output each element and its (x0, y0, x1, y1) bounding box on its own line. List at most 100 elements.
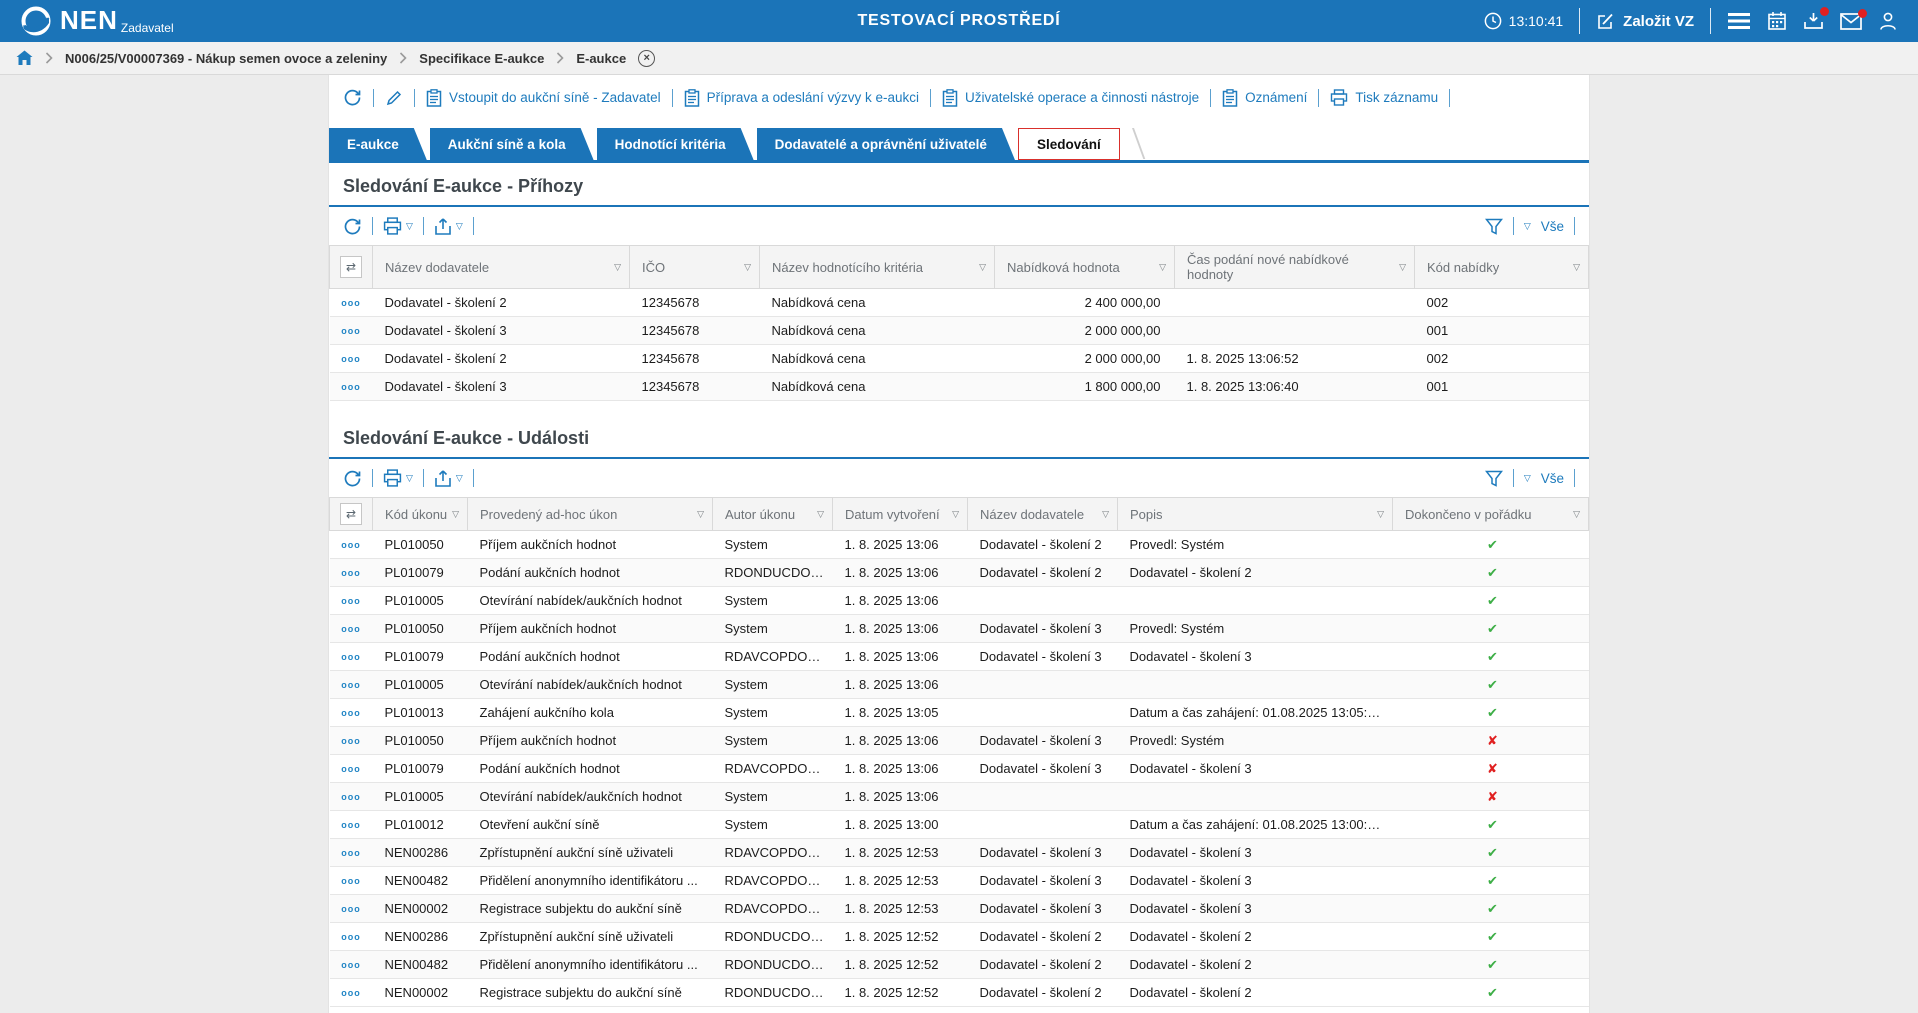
breadcrumb-item-specification[interactable]: Specifikace E-aukce (419, 51, 544, 66)
column-filter-icon[interactable]: ▽ (1377, 509, 1384, 520)
col-header-nazev-dodavatele[interactable]: Název dodavatele▽ (373, 246, 630, 289)
export-icon[interactable]: ▽ (434, 217, 463, 236)
col-header-kod-nabidky[interactable]: Kód nabídky▽ (1415, 246, 1589, 289)
row-actions-icon[interactable]: ooo (341, 792, 361, 802)
column-filter-icon[interactable]: ▽ (744, 262, 751, 273)
event-row[interactable]: oooNEN00482Přidělení anonymního identifi… (330, 951, 1589, 979)
user-profile-icon[interactable] (1878, 11, 1898, 31)
row-actions-icon[interactable]: ooo (341, 354, 361, 364)
column-filter-icon[interactable]: ▽ (1102, 509, 1109, 520)
event-row[interactable]: oooPL010079Podání aukčních hodnotRDAVCOP… (330, 643, 1589, 671)
col-header-autor-ukonu[interactable]: Autor úkonu▽ (713, 498, 833, 531)
refresh-icon[interactable] (343, 88, 362, 107)
row-actions-icon[interactable]: ooo (341, 680, 361, 690)
column-filter-icon[interactable]: ▽ (817, 509, 824, 520)
row-actions-icon[interactable]: ooo (341, 382, 361, 392)
row-actions-icon[interactable]: ooo (341, 932, 361, 942)
toolbar-link-user-operations[interactable]: Uživatelské operace a činnosti nástroje (942, 89, 1199, 107)
row-actions-icon[interactable]: ooo (341, 298, 361, 308)
close-tab-icon[interactable]: × (638, 50, 655, 67)
refresh-icon[interactable] (343, 469, 362, 488)
column-settings-icon[interactable]: ⇄ (340, 256, 362, 278)
row-actions-icon[interactable]: ooo (341, 568, 361, 578)
filter-icon[interactable] (1485, 218, 1503, 235)
event-row[interactable]: oooPL010079Podání aukčních hodnotRDONDUC… (330, 559, 1589, 587)
bid-row[interactable]: oooDodavatel - školení 312345678Nabídkov… (330, 373, 1589, 401)
column-settings-header[interactable]: ⇄ (330, 498, 373, 531)
row-actions-icon[interactable]: ooo (341, 736, 361, 746)
col-header-kod-ukonu[interactable]: Kód úkonu▽ (373, 498, 468, 531)
col-header-nabidkova-hodnota[interactable]: Nabídková hodnota▽ (995, 246, 1175, 289)
create-vz-button[interactable]: Založit VZ (1596, 12, 1694, 31)
home-icon[interactable] (16, 50, 33, 66)
event-row[interactable]: oooNEN00482Přidělení anonymního identifi… (330, 867, 1589, 895)
row-actions-icon[interactable]: ooo (341, 764, 361, 774)
row-actions-icon[interactable]: ooo (341, 960, 361, 970)
messages-icon[interactable] (1840, 13, 1862, 30)
export-icon[interactable]: ▽ (434, 469, 463, 488)
col-header-ico[interactable]: IČO▽ (630, 246, 760, 289)
filter-icon[interactable] (1485, 470, 1503, 487)
column-settings-header[interactable]: ⇄ (330, 246, 373, 289)
column-settings-icon[interactable]: ⇄ (340, 503, 362, 525)
row-actions-icon[interactable]: ooo (341, 652, 361, 662)
col-header-provedeny-ukon[interactable]: Provedený ad-hoc úkon▽ (468, 498, 713, 531)
tab-aukcni-sine-a-kola[interactable]: Aukční síně a kola (430, 128, 594, 160)
column-filter-icon[interactable]: ▽ (1573, 509, 1580, 520)
event-row[interactable]: oooPL010005Otevírání nabídek/aukčních ho… (330, 587, 1589, 615)
print-icon[interactable]: ▽ (383, 469, 413, 487)
filter-preset-caret-icon[interactable]: ▽ (1524, 473, 1531, 484)
bid-row[interactable]: oooDodavatel - školení 212345678Nabídkov… (330, 289, 1589, 317)
event-row[interactable]: oooPL010050Příjem aukčních hodnotSystem1… (330, 531, 1589, 559)
event-row[interactable]: oooPL010013Zahájení aukčního kolaSystem1… (330, 699, 1589, 727)
toolbar-link-enter-auction-room[interactable]: Vstoupit do aukční síně - Zadavatel (426, 89, 661, 107)
main-menu-icon[interactable] (1727, 12, 1751, 30)
row-actions-icon[interactable]: ooo (341, 904, 361, 914)
edit-record-icon[interactable] (385, 89, 403, 107)
row-actions-icon[interactable]: ooo (341, 708, 361, 718)
export-options-caret-icon[interactable]: ▽ (456, 473, 463, 484)
bid-row[interactable]: oooDodavatel - školení 312345678Nabídkov… (330, 317, 1589, 345)
column-filter-icon[interactable]: ▽ (452, 509, 459, 520)
event-row[interactable]: oooPL010005Otevírání nabídek/aukčních ho… (330, 671, 1589, 699)
column-filter-icon[interactable]: ▽ (1399, 262, 1406, 273)
row-actions-icon[interactable]: ooo (341, 540, 361, 550)
event-row[interactable]: oooNEN00286Zpřístupnění aukční síně uživ… (330, 839, 1589, 867)
row-actions-icon[interactable]: ooo (341, 326, 361, 336)
tab-dodavatele-a-opravneni[interactable]: Dodavatelé a oprávnění uživatelé (757, 128, 1015, 160)
print-options-caret-icon[interactable]: ▽ (406, 473, 413, 484)
event-row[interactable]: oooPL010005Otevírání nabídek/aukčních ho… (330, 783, 1589, 811)
col-header-cas-podani[interactable]: Čas podání nové nabídkové hodnoty▽ (1175, 246, 1415, 289)
event-row[interactable]: oooNEN00002Registrace subjektu do aukční… (330, 979, 1589, 1007)
export-options-caret-icon[interactable]: ▽ (456, 221, 463, 232)
column-filter-icon[interactable]: ▽ (697, 509, 704, 520)
row-actions-icon[interactable]: ooo (341, 876, 361, 886)
bid-row[interactable]: oooDodavatel - školení 212345678Nabídkov… (330, 345, 1589, 373)
refresh-icon[interactable] (343, 217, 362, 236)
row-actions-icon[interactable]: ooo (341, 820, 361, 830)
toolbar-link-prepare-invitation[interactable]: Příprava a odeslání výzvy k e-aukci (684, 89, 919, 107)
filter-preset-caret-icon[interactable]: ▽ (1524, 221, 1531, 232)
filter-all-button[interactable]: Vše (1541, 219, 1564, 234)
toolbar-link-notifications[interactable]: Oznámení (1222, 89, 1307, 107)
nen-logo[interactable]: NEN Zadavatel (20, 5, 174, 37)
col-header-dokonceno[interactable]: Dokončeno v pořádku▽ (1393, 498, 1589, 531)
row-actions-icon[interactable]: ooo (341, 848, 361, 858)
event-row[interactable]: oooPL010050Příjem aukčních hodnotSystem1… (330, 615, 1589, 643)
event-row[interactable]: oooPL010079Podání aukčních hodnotRDAVCOP… (330, 755, 1589, 783)
column-filter-icon[interactable]: ▽ (952, 509, 959, 520)
breadcrumb-item-procurement[interactable]: N006/25/V00007369 - Nákup semen ovoce a … (65, 51, 387, 66)
toolbar-link-print-record[interactable]: Tisk záznamu (1330, 89, 1438, 106)
event-row[interactable]: oooNEN00002Registrace subjektu do aukční… (330, 895, 1589, 923)
event-row[interactable]: oooPL010012Otevření aukční síněSystem1. … (330, 811, 1589, 839)
row-actions-icon[interactable]: ooo (341, 624, 361, 634)
event-row[interactable]: oooPL010050Příjem aukčních hodnotSystem1… (330, 727, 1589, 755)
breadcrumb-item-eauction[interactable]: E-aukce (576, 51, 626, 66)
column-filter-icon[interactable]: ▽ (1573, 262, 1580, 273)
event-row[interactable]: oooNEN00286Zpřístupnění aukční síně uživ… (330, 923, 1589, 951)
col-header-popis[interactable]: Popis▽ (1118, 498, 1393, 531)
col-header-nazev-dodavatele[interactable]: Název dodavatele▽ (968, 498, 1118, 531)
column-filter-icon[interactable]: ▽ (1159, 262, 1166, 273)
filter-all-button[interactable]: Vše (1541, 471, 1564, 486)
tab-hodnotici-kriteria[interactable]: Hodnotící kritéria (597, 128, 754, 160)
